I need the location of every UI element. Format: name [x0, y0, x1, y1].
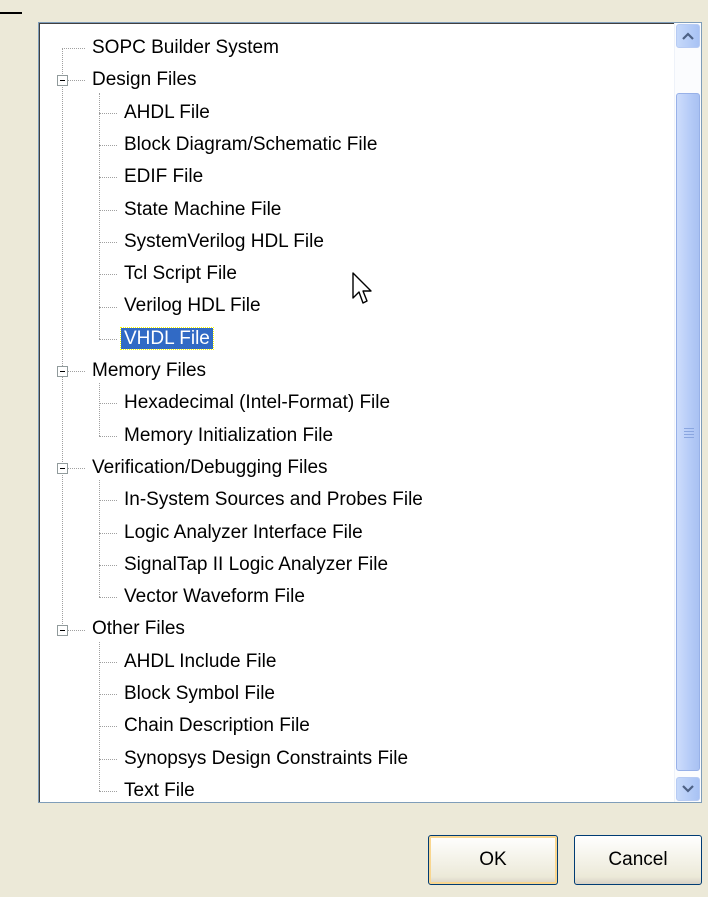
ok-button[interactable]: OK: [428, 835, 558, 885]
tree-item-label: Verification/Debugging Files: [92, 456, 328, 478]
tree-item[interactable]: Vector Waveform File: [121, 581, 308, 613]
tree-item-label: Logic Analyzer Interface File: [124, 521, 363, 543]
tree-item[interactable]: In-System Sources and Probes File: [121, 484, 426, 516]
tree-item-label: Chain Description File: [124, 715, 310, 737]
tree-group[interactable]: Memory Files: [89, 355, 209, 387]
window-edge-line: [0, 12, 22, 14]
tree-item[interactable]: Verilog HDL File: [121, 290, 264, 322]
chevron-up-icon: [682, 32, 694, 40]
tree-item-label: Memory Initialization File: [124, 424, 334, 446]
tree-group[interactable]: Design Files: [89, 64, 200, 96]
cancel-button[interactable]: Cancel: [574, 835, 702, 885]
tree-item-label: Memory Files: [92, 360, 207, 381]
tree-item-label: SOPC Builder System: [92, 37, 279, 58]
tree-item-label: In-System Sources and Probes File: [124, 489, 423, 511]
tree-item[interactable]: State Machine File: [121, 194, 284, 226]
tree-item[interactable]: SystemVerilog HDL File: [121, 226, 327, 258]
tree-item[interactable]: Tcl Script File: [121, 258, 240, 290]
tree-item-label: Text File: [124, 779, 195, 801]
tree-item-label: Synopsys Design Constraints File: [124, 747, 409, 769]
tree-item-label: Block Symbol File: [124, 683, 275, 704]
tree-item-label: Hexadecimal (Intel-Format) File: [124, 392, 391, 414]
tree-item[interactable]: VHDL File: [120, 323, 214, 355]
tree-item[interactable]: Synopsys Design Constraints File: [121, 743, 411, 775]
tree-item-label: State Machine File: [124, 198, 282, 220]
mouse-pointer-icon: [352, 272, 374, 311]
tree-item[interactable]: Block Symbol File: [121, 678, 278, 710]
tree-item-label: SystemVerilog HDL File: [124, 230, 324, 252]
tree-item[interactable]: Text File: [121, 775, 198, 802]
tree-item[interactable]: AHDL Include File: [121, 646, 279, 678]
tree-item-label: SignalTap II Logic Analyzer File: [124, 553, 389, 575]
tree-item-label: Vector Waveform File: [124, 586, 305, 608]
scrollbar-thumb[interactable]: [676, 93, 700, 771]
tree-item[interactable]: Hexadecimal (Intel-Format) File: [121, 387, 393, 419]
tree-item-label: Design Files: [92, 69, 197, 91]
file-type-tree[interactable]: SOPC Builder System Design Files AHDL File…: [38, 22, 702, 803]
tree-item[interactable]: SignalTap II Logic Analyzer File: [121, 549, 391, 581]
tree-item-label: Other Files: [92, 618, 185, 640]
tree-item[interactable]: SOPC Builder System: [89, 32, 282, 64]
tree-item-label: EDIF File: [124, 166, 204, 188]
tree-item[interactable]: EDIF File: [121, 161, 206, 193]
tree-group[interactable]: Verification/Debugging Files: [89, 452, 331, 484]
tree-item-label: Tcl Script File: [124, 263, 237, 285]
minus-box-icon[interactable]: [57, 624, 68, 636]
tree-group[interactable]: Other Files: [89, 613, 188, 645]
tree-item-label: AHDL File: [124, 101, 210, 123]
minus-box-icon[interactable]: [57, 366, 68, 378]
chevron-down-icon: [682, 785, 694, 793]
tree-item-label: Verilog HDL File: [124, 295, 261, 317]
vertical-scrollbar[interactable]: [674, 23, 701, 802]
tree-item[interactable]: Block Diagram/Schematic File: [121, 129, 380, 161]
tree-item-label: Block Diagram/Schematic File: [124, 133, 378, 155]
tree-item[interactable]: Chain Description File: [121, 710, 313, 742]
tree-item-label: VHDL File: [120, 326, 214, 350]
minus-box-icon[interactable]: [57, 463, 68, 475]
tree-item[interactable]: AHDL File: [121, 97, 213, 129]
tree-item[interactable]: Logic Analyzer Interface File: [121, 517, 366, 549]
tree-item-label: AHDL Include File: [124, 650, 277, 672]
minus-box-icon[interactable]: [57, 75, 68, 87]
tree-item[interactable]: Memory Initialization File: [121, 420, 336, 452]
scroll-up-button[interactable]: [676, 24, 700, 48]
scroll-down-button[interactable]: [676, 777, 700, 801]
